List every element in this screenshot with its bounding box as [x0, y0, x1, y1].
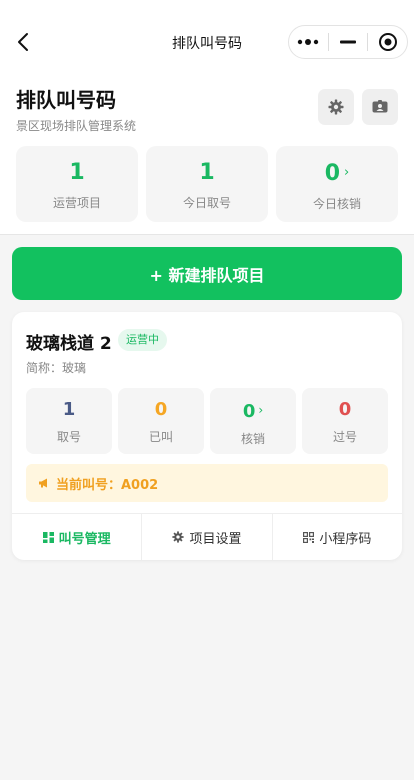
miniprogram-capsule [288, 25, 408, 59]
miniprogram-code-button[interactable]: 小程序码 [271, 514, 402, 560]
target-close-icon [378, 33, 397, 51]
id-card-icon [372, 100, 388, 113]
staff-card-button[interactable] [362, 89, 398, 125]
stat-value: 1 [62, 399, 76, 420]
qrcode-icon [303, 531, 315, 543]
settings-button[interactable] [318, 89, 354, 125]
action-label: 项目设置 [189, 531, 242, 547]
stat-today-tickets: 1 今日取号 [146, 146, 268, 222]
gear-icon [328, 99, 344, 115]
grid-icon [42, 531, 54, 543]
stat-called: 0 已叫 [118, 388, 204, 454]
section-divider [0, 234, 414, 235]
status-badge: 运营中 [118, 329, 167, 351]
new-queue-project-button[interactable]: + 新建排队项目 [12, 247, 402, 300]
stat-label: 今日取号 [182, 196, 231, 210]
stat-value: 0 [242, 401, 256, 422]
page-subtitle: 景区现场排队管理系统 [16, 119, 137, 133]
project-actions: 叫号管理 项目设置 小程序码 [12, 513, 402, 560]
stat-label: 今日核销 [312, 197, 361, 211]
minus-icon [340, 40, 356, 44]
project-settings-button[interactable]: 项目设置 [141, 514, 271, 560]
close-button[interactable] [368, 26, 407, 58]
stat-value: 0 [338, 399, 352, 420]
megaphone-icon [38, 478, 50, 488]
page-title: 排队叫号码 [16, 88, 116, 112]
stat-label: 已叫 [148, 430, 173, 444]
stat-missed: 0 过号 [302, 388, 388, 454]
current-call-text: 当前叫号：A002 [56, 477, 159, 493]
chevron-right-icon: › [344, 165, 350, 180]
stat-label: 取号 [56, 430, 81, 444]
stat-value: 0 [154, 399, 168, 420]
project-card: 玻璃栈道 2 运营中 简称：玻璃 1 取号 0 已叫 0 › 核销 0 过号 当前… [12, 312, 402, 560]
more-dots-icon [298, 39, 319, 45]
stat-label: 运营项目 [52, 196, 101, 210]
action-label: 叫号管理 [58, 531, 111, 547]
stat-value: 1 [199, 160, 215, 185]
stat-label: 过号 [332, 430, 357, 444]
gear-icon [172, 531, 185, 543]
current-call-banner: 当前叫号：A002 [26, 464, 388, 502]
stat-tickets: 1 取号 [26, 388, 112, 454]
minimize-button[interactable] [329, 26, 368, 58]
stat-value: 0 [324, 161, 341, 186]
stat-verified[interactable]: 0 › 核销 [210, 388, 296, 454]
more-button[interactable] [289, 26, 328, 58]
nav-bar: 排队叫号码 [0, 0, 414, 84]
project-abbr: 简称：玻璃 [26, 361, 87, 375]
stat-value: 1 [69, 160, 85, 185]
stat-label: 核销 [240, 432, 265, 446]
action-label: 小程序码 [319, 531, 372, 547]
page-header: 排队叫号码 景区现场排队管理系统 1 运营项目 1 今日取号 0 › 今日核销 [0, 84, 414, 234]
queue-manage-button[interactable]: 叫号管理 [12, 514, 141, 560]
project-name: 玻璃栈道 2 [26, 334, 112, 354]
chevron-right-icon: › [258, 403, 264, 417]
stat-operating-projects: 1 运营项目 [16, 146, 138, 222]
stat-today-verified[interactable]: 0 › 今日核销 [276, 146, 398, 222]
